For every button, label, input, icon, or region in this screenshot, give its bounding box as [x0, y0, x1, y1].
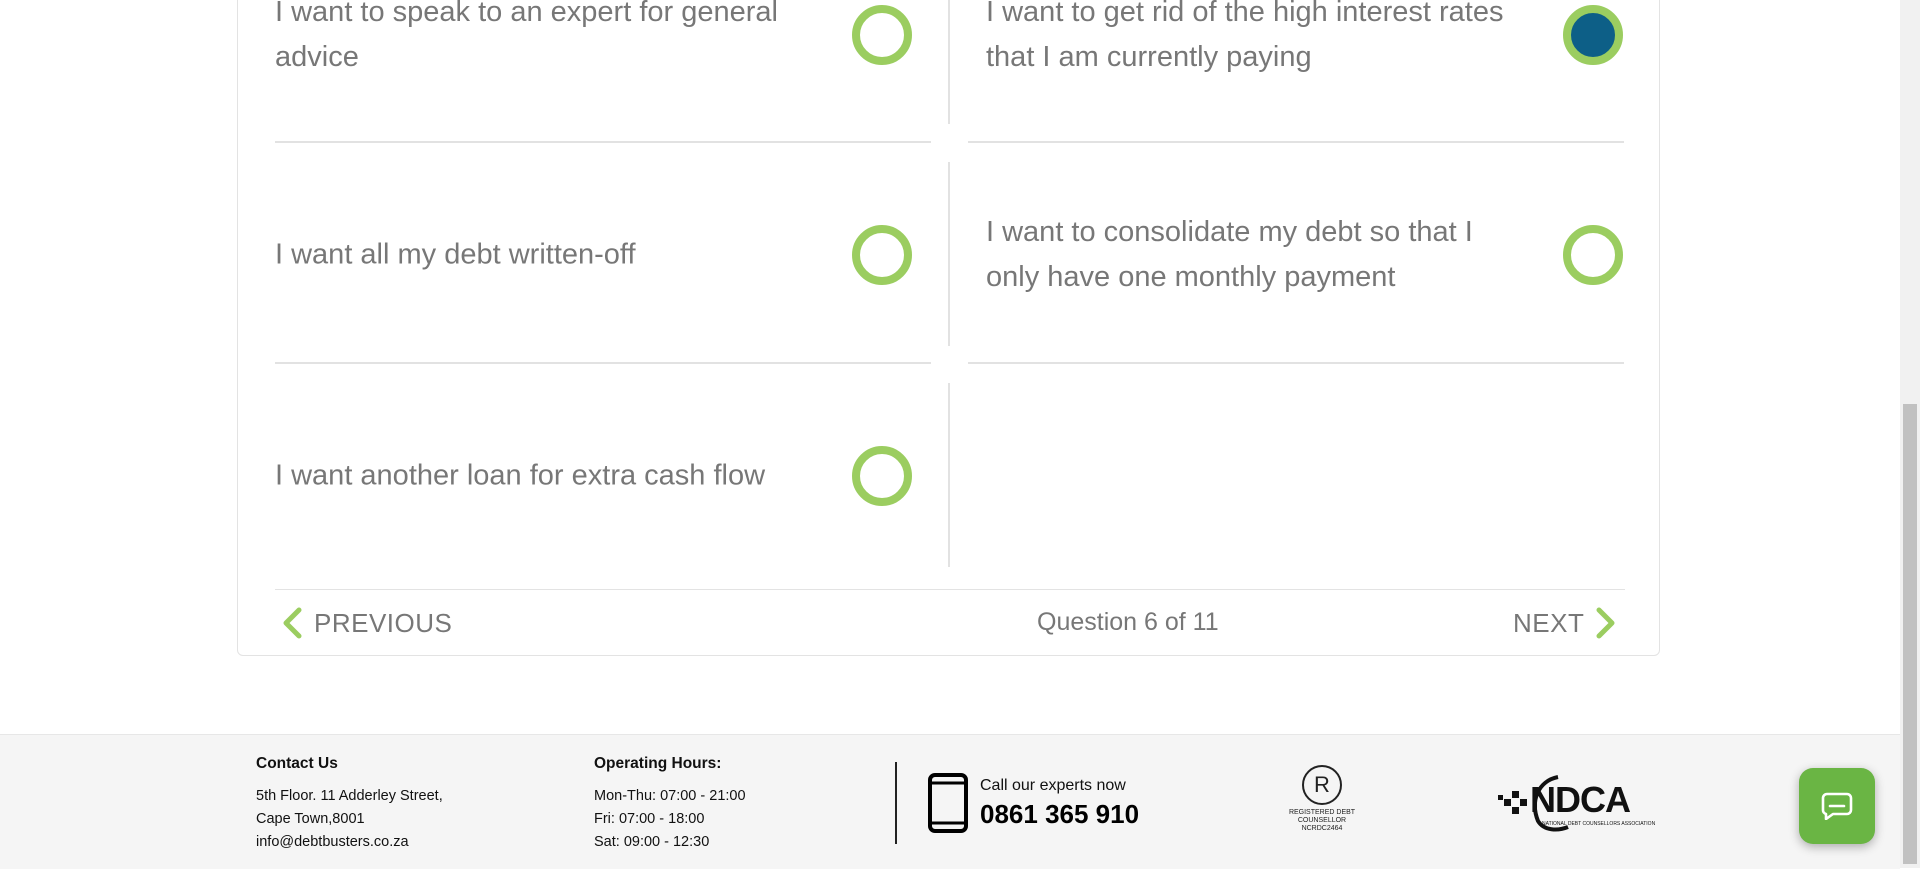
- radio-button[interactable]: [852, 445, 912, 506]
- divider: [968, 362, 1624, 364]
- hours-line: Sat: 09:00 - 12:30: [594, 834, 710, 850]
- option-another-loan[interactable]: I want another loan for extra cash flow: [275, 365, 931, 586]
- previous-label: PREVIOUS: [314, 607, 453, 638]
- option-debt-written-off[interactable]: I want all my debt written-off: [275, 144, 931, 365]
- registered-text: REGISTERED DEBT COUNSELLOR NCRDC2464: [1288, 809, 1356, 832]
- phone-number[interactable]: 0861 365 910: [980, 799, 1139, 830]
- option-label: I want to speak to an expert for general…: [275, 0, 778, 73]
- divider: [948, 383, 950, 567]
- divider: [275, 362, 931, 364]
- address-line: Cape Town,8001: [256, 811, 365, 827]
- contact-section: Contact Us 5th Floor. 11 Adderley Street…: [256, 755, 443, 854]
- registered-counsellor-badge: R REGISTERED DEBT COUNSELLOR NCRDC2464: [1284, 765, 1360, 847]
- option-label: I want another loan for extra cash flow: [275, 459, 766, 491]
- option-expert-advice[interactable]: I want to speak to an expert for general…: [275, 0, 931, 145]
- option-label: I want to get rid of the high interest r…: [986, 0, 1504, 73]
- option-label: I want all my debt written-off: [275, 238, 636, 270]
- ndca-dots-icon: [1498, 791, 1527, 814]
- divider: [968, 141, 1624, 143]
- radio-button-selected[interactable]: [1563, 4, 1623, 65]
- hours-line: Mon-Thu: 07:00 - 21:00: [594, 788, 746, 804]
- footer: Contact Us 5th Floor. 11 Adderley Street…: [0, 734, 1900, 869]
- option-high-interest[interactable]: I want to get rid of the high interest r…: [986, 0, 1642, 145]
- radio-button[interactable]: [852, 224, 912, 285]
- phone-icon: [928, 773, 968, 833]
- chat-icon: [1821, 792, 1853, 820]
- registered-icon: R: [1302, 765, 1342, 805]
- footer-divider: [895, 762, 897, 844]
- scrollbar[interactable]: [1900, 0, 1920, 868]
- previous-button[interactable]: PREVIOUS: [280, 606, 452, 640]
- next-button[interactable]: NEXT: [1513, 606, 1618, 640]
- address-line: 5th Floor. 11 Adderley Street,: [256, 788, 443, 804]
- divider: [948, 0, 950, 124]
- divider: [948, 162, 950, 346]
- radio-button[interactable]: [852, 4, 912, 65]
- hours-section: Operating Hours: Mon-Thu: 07:00 - 21:00 …: [594, 755, 746, 854]
- ndca-subtext: NATIONAL DEBT COUNSELLORS ASSOCIATION: [1542, 821, 1656, 827]
- divider: [275, 141, 931, 143]
- hours-line: Fri: 07:00 - 18:00: [594, 811, 705, 827]
- next-label: NEXT: [1513, 607, 1585, 638]
- option-consolidate-debt[interactable]: I want to consolidate my debt so that I …: [986, 144, 1642, 365]
- chat-button[interactable]: [1799, 768, 1875, 844]
- option-label: I want to consolidate my debt so that I …: [986, 215, 1473, 293]
- ndca-logo: NDCA NATIONAL DEBT COUNSELLORS ASSOCIATI…: [1498, 771, 1655, 833]
- chevron-left-icon: [283, 607, 302, 639]
- question-progress: Question 6 of 11: [1037, 608, 1219, 636]
- scrollbar-thumb[interactable]: [1903, 404, 1917, 864]
- hours-heading: Operating Hours:: [594, 755, 722, 772]
- ndca-text: NDCA: [1530, 779, 1631, 820]
- call-label: Call our experts now: [980, 777, 1126, 794]
- nav-divider: [275, 589, 1625, 590]
- chevron-right-icon: [1596, 607, 1615, 639]
- email-link[interactable]: info@debtbusters.co.za: [256, 831, 443, 854]
- radio-button[interactable]: [1563, 224, 1623, 285]
- contact-heading: Contact Us: [256, 755, 338, 772]
